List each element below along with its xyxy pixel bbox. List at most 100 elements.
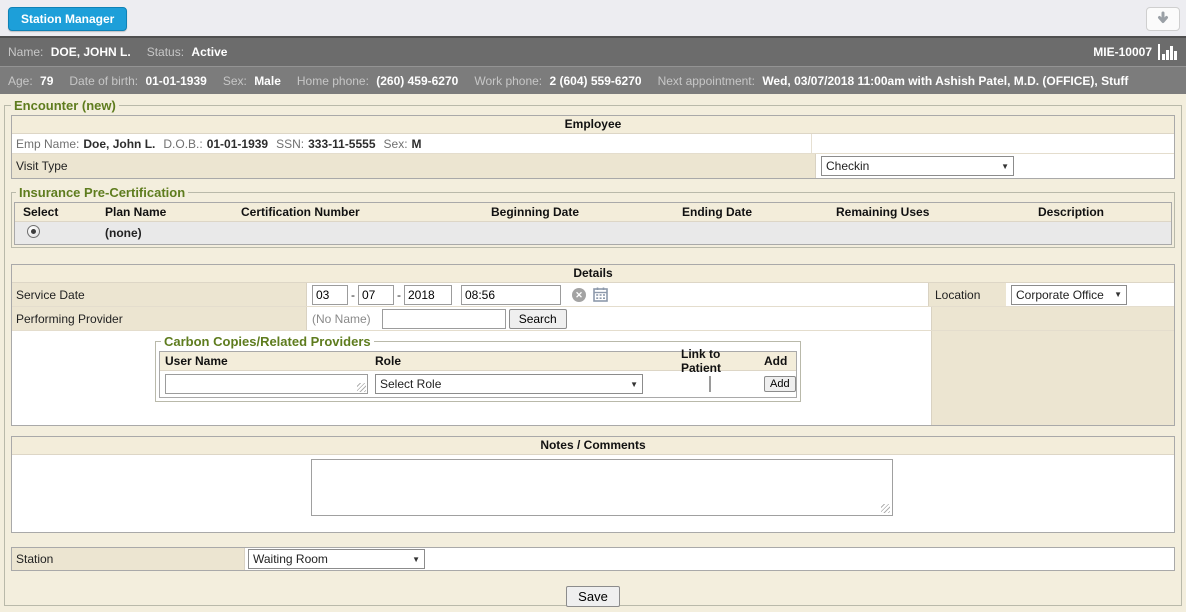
insurance-row: (none)	[15, 222, 1171, 244]
carbon-copies-area: Carbon Copies/Related Providers User Nam…	[12, 331, 931, 425]
home-phone-value: (260) 459-6270	[376, 74, 458, 88]
visit-type-selected: Checkin	[826, 159, 869, 173]
notes-textarea[interactable]	[311, 459, 893, 516]
emp-name-value: Doe, John L.	[83, 137, 155, 151]
col-user-name: User Name	[160, 354, 373, 368]
add-provider-button[interactable]: Add	[764, 376, 796, 392]
col-add: Add	[762, 354, 796, 368]
save-button[interactable]: Save	[566, 586, 620, 607]
chevron-down-icon: ▼	[1001, 162, 1009, 171]
calendar-icon[interactable]	[593, 287, 608, 302]
carbon-copies-section: Carbon Copies/Related Providers User Nam…	[155, 334, 801, 402]
col-ending-date: Ending Date	[674, 205, 828, 219]
station-row: Station Waiting Room ▼	[12, 548, 1174, 570]
download-button[interactable]	[1146, 7, 1180, 31]
download-arrow-icon	[1155, 11, 1171, 27]
app-top-bar: Station Manager	[0, 0, 1186, 36]
age-value: 79	[40, 74, 53, 88]
details-right-fill	[931, 307, 1174, 330]
patient-name: DOE, JOHN L.	[51, 45, 131, 59]
service-date-label-cell: Service Date	[12, 283, 307, 306]
work-phone-value: 2 (604) 559-6270	[550, 74, 642, 88]
next-appointment-label: Next appointment:	[658, 74, 755, 88]
performing-provider-content: (No Name) Search	[307, 307, 931, 330]
station-manager-button[interactable]: Station Manager	[8, 7, 127, 31]
insurance-header-row: Select Plan Name Certification Number Be…	[15, 203, 1171, 222]
dob-value: 01-01-1939	[145, 74, 206, 88]
date-separator: -	[351, 288, 355, 302]
age-label: Age:	[8, 74, 33, 88]
employee-info-side-cell	[812, 134, 1174, 153]
carbon-copies-legend: Carbon Copies/Related Providers	[161, 334, 374, 349]
details-right-fill-2	[931, 331, 1174, 425]
location-label-cell: Location	[928, 283, 1006, 306]
col-role: Role	[373, 354, 676, 368]
provider-search-button[interactable]: Search	[509, 309, 567, 329]
station-select[interactable]: Waiting Room ▼	[248, 549, 425, 569]
sex-label: Sex:	[223, 74, 247, 88]
role-selected: Select Role	[380, 377, 441, 391]
station-table: Station Waiting Room ▼	[11, 547, 1175, 571]
chevron-down-icon: ▼	[1114, 290, 1122, 299]
service-month-input[interactable]	[312, 285, 348, 305]
patient-summary-bar: Name: DOE, JOHN L. Status: Active MIE-10…	[0, 36, 1186, 66]
employee-header: Employee	[12, 116, 1174, 134]
emp-dob-value: 01-01-1939	[207, 137, 268, 151]
chevron-down-icon: ▼	[630, 380, 638, 389]
station-selected: Waiting Room	[253, 552, 328, 566]
insurance-section: Insurance Pre-Certification Select Plan …	[11, 185, 1175, 248]
service-date-content: - - ✕	[307, 283, 928, 306]
employee-info-cell: Emp Name: Doe, John L. D.O.B.: 01-01-193…	[12, 134, 812, 153]
emp-sex-label: Sex:	[384, 137, 408, 151]
service-time-input[interactable]	[461, 285, 561, 305]
location-selected: Corporate Office	[1016, 288, 1104, 302]
visit-type-row: Visit Type Checkin ▼	[12, 154, 1174, 178]
user-name-input[interactable]	[165, 374, 368, 394]
notes-table: Notes / Comments	[11, 436, 1175, 533]
home-phone-label: Home phone:	[297, 74, 369, 88]
employee-table: Employee Emp Name: Doe, John L. D.O.B.: …	[11, 115, 1175, 179]
insurance-plan-none: (none)	[97, 226, 233, 240]
encounter-legend: Encounter (new)	[11, 98, 119, 113]
employee-info-row: Emp Name: Doe, John L. D.O.B.: 01-01-193…	[12, 134, 1174, 154]
station-label: Station	[16, 552, 53, 566]
emp-ssn-label: SSN:	[276, 137, 304, 151]
col-certification-number: Certification Number	[233, 205, 483, 219]
col-description: Description	[1030, 205, 1171, 219]
work-phone-label: Work phone:	[474, 74, 542, 88]
patient-status: Active	[191, 45, 227, 59]
visit-type-value-cell: Checkin ▼	[816, 156, 1174, 176]
insurance-radio-cell	[15, 225, 97, 241]
service-year-input[interactable]	[404, 285, 452, 305]
insurance-none-radio[interactable]	[27, 225, 40, 238]
service-date-row: Service Date - - ✕	[12, 283, 1174, 307]
details-header: Details	[12, 265, 1174, 283]
notes-body	[12, 455, 1174, 532]
visit-type-label: Visit Type	[16, 159, 68, 173]
location-select[interactable]: Corporate Office ▼	[1011, 285, 1127, 305]
station-label-cell: Station	[12, 548, 245, 570]
performing-provider-row: Performing Provider (No Name) Search	[12, 307, 1174, 331]
save-row: Save	[9, 586, 1177, 607]
bar-chart-icon[interactable]	[1158, 44, 1178, 60]
role-select[interactable]: Select Role ▼	[375, 374, 643, 394]
insurance-table: Select Plan Name Certification Number Be…	[14, 202, 1172, 245]
visit-type-cell: Visit Type	[12, 154, 816, 178]
link-to-patient-checkbox[interactable]	[709, 376, 711, 392]
col-select: Select	[15, 205, 97, 219]
carbon-copies-header-row: User Name Role Link to Patient Add	[160, 352, 796, 371]
dob-label: Date of birth:	[69, 74, 138, 88]
patient-id: MIE-10007	[1093, 45, 1152, 59]
main-content: Encounter (new) Employee Emp Name: Doe, …	[0, 94, 1186, 612]
location-value-cell: Corporate Office ▼	[1006, 283, 1174, 306]
emp-sex-value: M	[412, 137, 422, 151]
provider-search-input[interactable]	[382, 309, 506, 329]
demographics-bar: Age: 79 Date of birth: 01-01-1939 Sex: M…	[0, 66, 1186, 94]
visit-type-select[interactable]: Checkin ▼	[821, 156, 1014, 176]
emp-dob-label: D.O.B.:	[163, 137, 202, 151]
name-label: Name:	[8, 45, 43, 59]
service-day-input[interactable]	[358, 285, 394, 305]
notes-header: Notes / Comments	[12, 437, 1174, 455]
clear-date-icon[interactable]: ✕	[572, 288, 586, 302]
provider-no-name: (No Name)	[312, 312, 371, 326]
